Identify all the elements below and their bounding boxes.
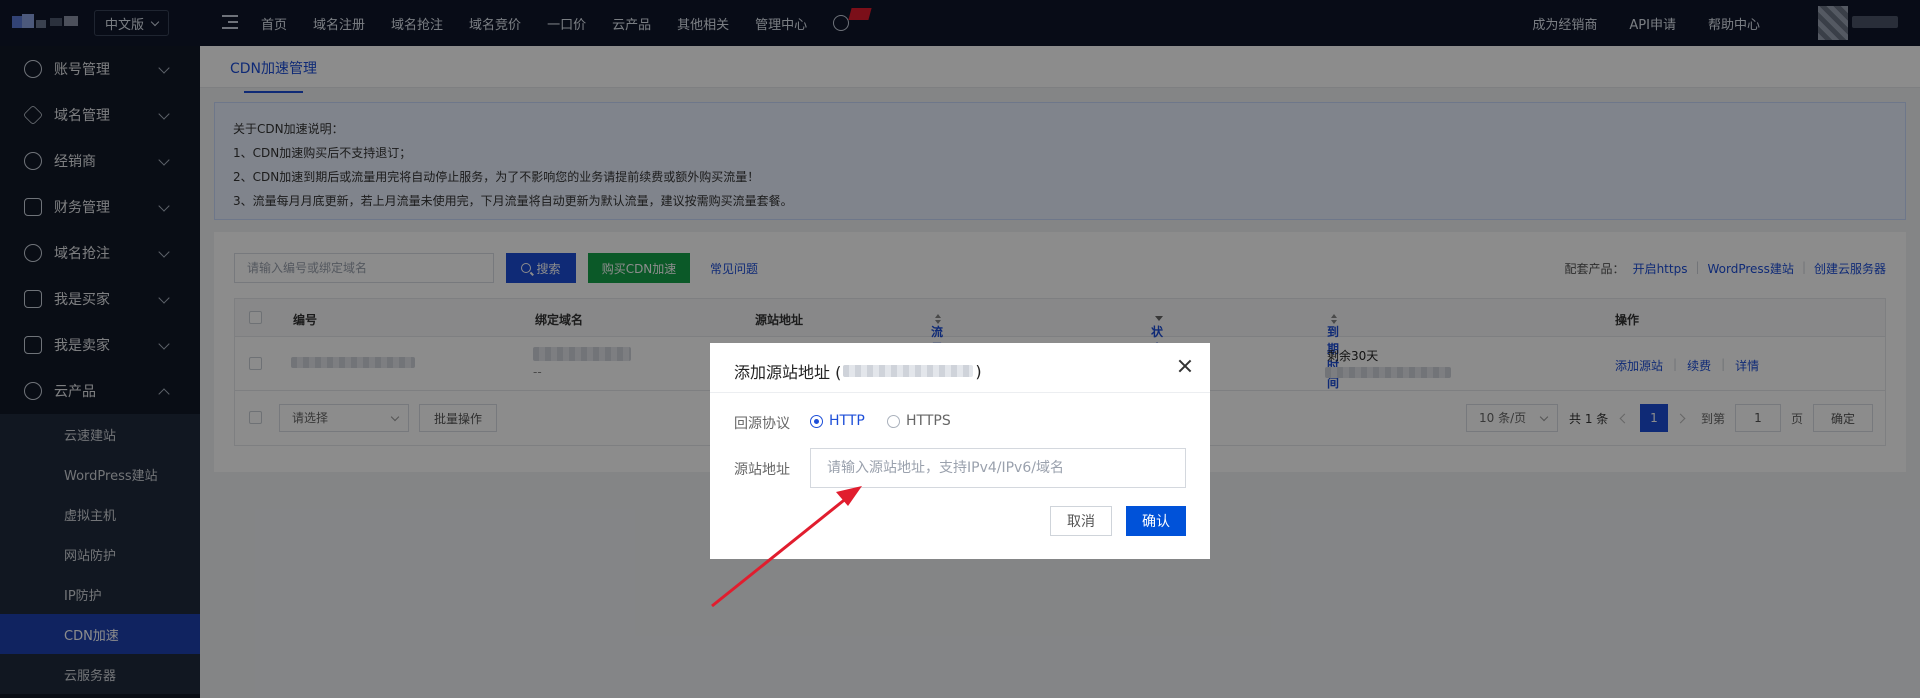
radio-checked-icon bbox=[810, 414, 823, 428]
radio-unchecked-icon bbox=[887, 414, 900, 428]
dialog-title-suffix: ) bbox=[975, 361, 982, 381]
radio-https[interactable]: HTTPS bbox=[887, 413, 951, 429]
protocol-label: 回源协议 bbox=[734, 416, 790, 432]
close-icon[interactable] bbox=[1178, 359, 1192, 373]
dialog-title-prefix: 添加源站地址 ( bbox=[734, 363, 842, 382]
add-origin-dialog: 添加源站地址 ( ) 回源协议 HTTP HTTPS 源站地址 请输入源站地址，… bbox=[710, 343, 1210, 559]
dialog-header: 添加源站地址 ( ) bbox=[710, 343, 1210, 393]
radio-http[interactable]: HTTP bbox=[810, 413, 865, 429]
dialog-title: 添加源站地址 ( ) bbox=[734, 359, 982, 383]
origin-label: 源站地址 bbox=[734, 462, 790, 478]
radio-http-label: HTTP bbox=[829, 413, 865, 429]
dialog-title-domain-redacted bbox=[843, 365, 974, 377]
origin-address-input[interactable]: 请输入源站地址，支持IPv4/IPv6/域名 bbox=[810, 448, 1186, 488]
cancel-button[interactable]: 取消 bbox=[1050, 506, 1112, 536]
radio-https-label: HTTPS bbox=[906, 413, 951, 429]
confirm-button[interactable]: 确认 bbox=[1126, 506, 1186, 536]
